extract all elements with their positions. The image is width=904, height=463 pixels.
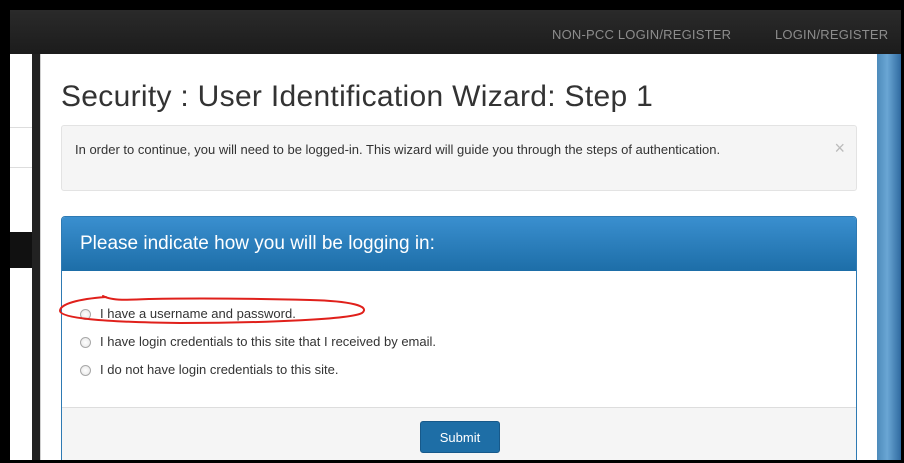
divider: [10, 127, 32, 128]
login-method-panel: Please indicate how you will be logging …: [61, 216, 857, 460]
top-navbar: NON-PCC LOGIN/REGISTER LOGIN/REGISTER: [10, 10, 901, 54]
option-label: I do not have login credentials to this …: [100, 362, 339, 377]
alert-message: In order to continue, you will need to b…: [75, 142, 721, 157]
radio-button[interactable]: [80, 365, 91, 376]
page-title: Security : User Identification Wizard: S…: [61, 80, 654, 113]
background-page-right: [876, 54, 901, 460]
panel-footer: Submit: [62, 407, 856, 460]
browser-viewport: NON-PCC LOGIN/REGISTER LOGIN/REGISTER Se…: [10, 10, 901, 460]
divider: [10, 167, 32, 168]
option-label: I have a username and password.: [100, 306, 296, 321]
nav-link-login-register[interactable]: LOGIN/REGISTER: [775, 27, 888, 42]
radio-button[interactable]: [80, 337, 91, 348]
close-icon[interactable]: ×: [834, 139, 845, 157]
background-dark-bar: [10, 232, 32, 268]
nav-link-non-pcc-login[interactable]: NON-PCC LOGIN/REGISTER: [552, 27, 731, 42]
option-label: I have login credentials to this site th…: [100, 334, 437, 349]
info-alert: In order to continue, you will need to b…: [61, 125, 857, 191]
submit-button[interactable]: Submit: [420, 421, 500, 453]
panel-heading: Please indicate how you will be logging …: [62, 217, 856, 271]
identification-wizard-modal: Security : User Identification Wizard: S…: [40, 54, 877, 460]
radio-button[interactable]: [80, 309, 91, 320]
panel-title: Please indicate how you will be logging …: [80, 233, 435, 254]
background-page-left: [10, 54, 32, 460]
